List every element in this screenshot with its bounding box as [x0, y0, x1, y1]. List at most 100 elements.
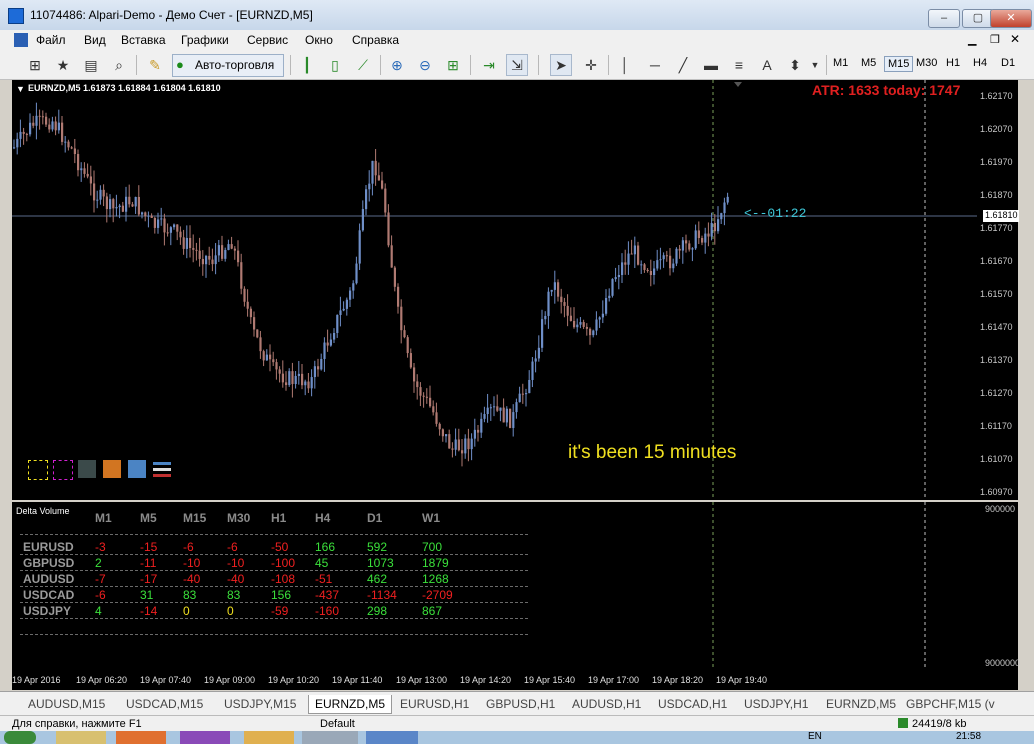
zoom-in-icon[interactable]: ⊕: [386, 54, 408, 76]
fibonacci-icon[interactable]: ≡: [728, 54, 750, 76]
candle-body: [531, 361, 534, 380]
chevron-down-icon[interactable]: ▼: [804, 54, 826, 76]
candle-body: [505, 408, 508, 423]
timeframe-m15[interactable]: M15: [884, 56, 914, 72]
child-close-icon[interactable]: ✕: [1010, 32, 1020, 46]
text-tool-icon[interactable]: A: [756, 54, 778, 76]
menu-window[interactable]: Окно: [305, 33, 333, 47]
menu-view[interactable]: Вид: [84, 33, 106, 47]
candle-body: [38, 115, 41, 117]
new-chart-icon[interactable]: ⊞: [24, 54, 46, 76]
color-swatch[interactable]: [153, 460, 171, 478]
candle-body: [384, 188, 387, 213]
zoom-out-icon[interactable]: ⊖: [414, 54, 436, 76]
taskbar-lang[interactable]: EN: [808, 731, 822, 742]
timeframe-h4[interactable]: H4: [970, 56, 990, 70]
price-axis: 1.62170 1.62070 1.61970 1.61870 1.61770 1.616…: [977, 80, 1019, 500]
candle-body: [582, 322, 585, 327]
taskbar-clock[interactable]: 21:58: [956, 731, 981, 742]
autotrading-button[interactable]: ● Авто-торговля: [172, 54, 284, 77]
candle-body: [387, 212, 390, 246]
bar-chart-icon[interactable]: ┃: [296, 54, 318, 76]
chart-tab[interactable]: USDJPY,M15: [218, 695, 302, 713]
cursor-icon[interactable]: ➤: [550, 54, 572, 76]
minimize-button[interactable]: –: [928, 9, 960, 28]
taskbar-terminal-icon[interactable]: [244, 731, 294, 744]
autoscroll-icon[interactable]: ⇲: [506, 54, 528, 76]
navigator-icon[interactable]: ⌕: [108, 54, 130, 76]
taskbar-firefox-icon[interactable]: [116, 731, 166, 744]
menu-file[interactable]: Файл: [36, 33, 66, 47]
chart-tab[interactable]: AUDUSD,H1: [566, 695, 647, 713]
close-button[interactable]: ✕: [990, 9, 1032, 28]
candlestick-icon[interactable]: ▯: [324, 54, 346, 76]
time-label: 19 Apr 17:00: [588, 675, 640, 685]
candle-body: [208, 255, 211, 260]
start-button[interactable]: [4, 731, 36, 744]
vertical-line-icon[interactable]: │: [614, 54, 636, 76]
candle-body: [189, 237, 192, 248]
color-swatch[interactable]: [28, 460, 48, 480]
delta-column-header: M30: [227, 511, 251, 525]
color-swatch[interactable]: [128, 460, 146, 478]
timeframe-m1[interactable]: M1: [830, 56, 851, 70]
document-icon[interactable]: [14, 33, 28, 47]
price-label: 1.60970: [980, 487, 1013, 497]
chart-menu-icon[interactable]: ▼: [16, 84, 25, 94]
chart-tab[interactable]: USDCAD,H1: [652, 695, 733, 713]
chart-tab[interactable]: AUDUSD,M15: [22, 695, 111, 713]
price-chart[interactable]: ▼ EURNZD,M5 1.61873 1.61884 1.61804 1.61…: [12, 80, 977, 500]
tile-windows-icon[interactable]: ⊞: [442, 54, 464, 76]
candle-body: [297, 373, 300, 376]
crosshair-icon[interactable]: ✛: [580, 54, 602, 76]
rectangle-icon[interactable]: ▬: [700, 54, 722, 76]
candle-body: [726, 196, 729, 203]
menu-tools[interactable]: Сервис: [247, 33, 288, 47]
chart-tab[interactable]: USDCAD,M15: [120, 695, 209, 713]
timeframe-m5[interactable]: M5: [858, 56, 879, 70]
candle-body: [403, 330, 406, 338]
candle-body: [621, 262, 624, 275]
color-swatch[interactable]: [78, 460, 96, 478]
profiles-icon[interactable]: ★: [52, 54, 74, 76]
menu-help[interactable]: Справка: [352, 33, 399, 47]
chart-tab[interactable]: USDJPY,H1: [738, 695, 814, 713]
menu-insert[interactable]: Вставка: [121, 33, 166, 47]
metaeditor-icon[interactable]: ✎: [144, 54, 166, 76]
taskbar-window-icon[interactable]: [302, 731, 358, 744]
arrows-icon[interactable]: ⬍: [784, 54, 806, 76]
candle-body: [557, 282, 560, 297]
candle-body: [256, 329, 259, 338]
timeframe-m30[interactable]: M30: [913, 56, 940, 70]
menu-charts[interactable]: Графики: [181, 33, 229, 47]
candle-body: [573, 320, 576, 328]
trendline-icon[interactable]: ╱: [672, 54, 694, 76]
chart-tab[interactable]: GBPCHF,M15 (v: [900, 695, 1001, 713]
candle-body: [409, 353, 412, 368]
menu-bar: Файл Вид Вставка Графики Сервис Окно Спр…: [0, 30, 1034, 51]
market-watch-icon[interactable]: ▤: [80, 54, 102, 76]
candle-body: [205, 255, 208, 265]
candle-body: [521, 393, 524, 395]
chart-tab[interactable]: EURNZD,M5: [820, 695, 902, 713]
chart-tab[interactable]: EURNZD,M5: [308, 695, 393, 714]
line-chart-icon[interactable]: ⟋: [352, 54, 374, 76]
child-restore-icon[interactable]: ❐: [990, 33, 1000, 46]
timeframe-d1[interactable]: D1: [998, 56, 1018, 70]
color-swatch[interactable]: [103, 460, 121, 478]
candle-body: [25, 133, 28, 135]
chart-tab[interactable]: EURUSD,H1: [394, 695, 475, 713]
taskbar-explorer-icon[interactable]: [56, 731, 106, 744]
color-swatch[interactable]: [53, 460, 73, 480]
delta-value: 462: [367, 572, 388, 586]
taskbar-window2-icon[interactable]: [366, 731, 418, 744]
timeframe-h1[interactable]: H1: [943, 56, 963, 70]
chart-tab[interactable]: GBPUSD,H1: [480, 695, 561, 713]
horizontal-line-icon[interactable]: ─: [644, 54, 666, 76]
child-minimize-icon[interactable]: ▁: [968, 33, 976, 46]
candle-body: [601, 313, 604, 318]
delta-column-header: M5: [140, 511, 157, 525]
chart-shift-icon[interactable]: ⇥: [478, 54, 500, 76]
delta-value: -17: [140, 572, 158, 586]
taskbar-app-icon[interactable]: [180, 731, 230, 744]
